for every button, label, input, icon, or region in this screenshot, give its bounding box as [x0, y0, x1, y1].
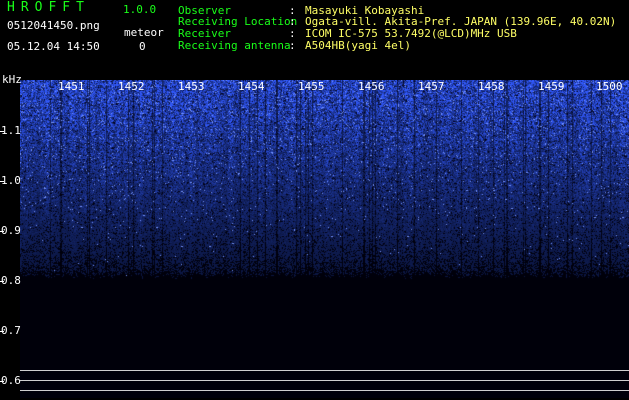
x-tick-label: 1458 [478, 80, 505, 93]
antenna-label: Receiving antenna [178, 39, 291, 52]
app-version: 1.0.0 [123, 3, 157, 16]
y-tick-mark [0, 381, 4, 382]
meteor-label: meteor [124, 26, 164, 39]
y-tick-mark [0, 331, 4, 332]
x-tick-label: 1456 [358, 80, 385, 93]
y-tick-mark [0, 231, 4, 232]
x-tick-label: 1454 [238, 80, 265, 93]
file-name: 0512041450.png [7, 19, 100, 32]
x-tick-label: 1455 [298, 80, 325, 93]
x-tick-label: 1453 [178, 80, 205, 93]
reference-line [20, 370, 629, 371]
antenna-value: A504HB(yagi 4el) [305, 39, 411, 52]
y-tick-mark [0, 131, 4, 132]
file-datetime: 05.12.04 14:50 [7, 40, 100, 53]
hrofft-window: HROFFT 1.0.0 0512041450.png meteor 05.12… [0, 0, 629, 400]
antenna-colon: : [289, 39, 296, 52]
spectrogram [20, 80, 629, 398]
x-tick-label: 1452 [118, 80, 145, 93]
y-tick-mark [0, 281, 4, 282]
y-tick-mark [0, 181, 4, 182]
reference-line [20, 390, 629, 391]
x-tick-label: 1457 [418, 80, 445, 93]
x-tick-label: 1459 [538, 80, 565, 93]
y-axis-unit: kHz [2, 73, 22, 86]
x-tick-label: 1500 [596, 80, 623, 93]
x-tick-label: 1451 [58, 80, 85, 93]
app-title: HROFFT [7, 0, 90, 15]
meteor-count: 0 [139, 40, 146, 53]
reference-line [20, 380, 629, 381]
